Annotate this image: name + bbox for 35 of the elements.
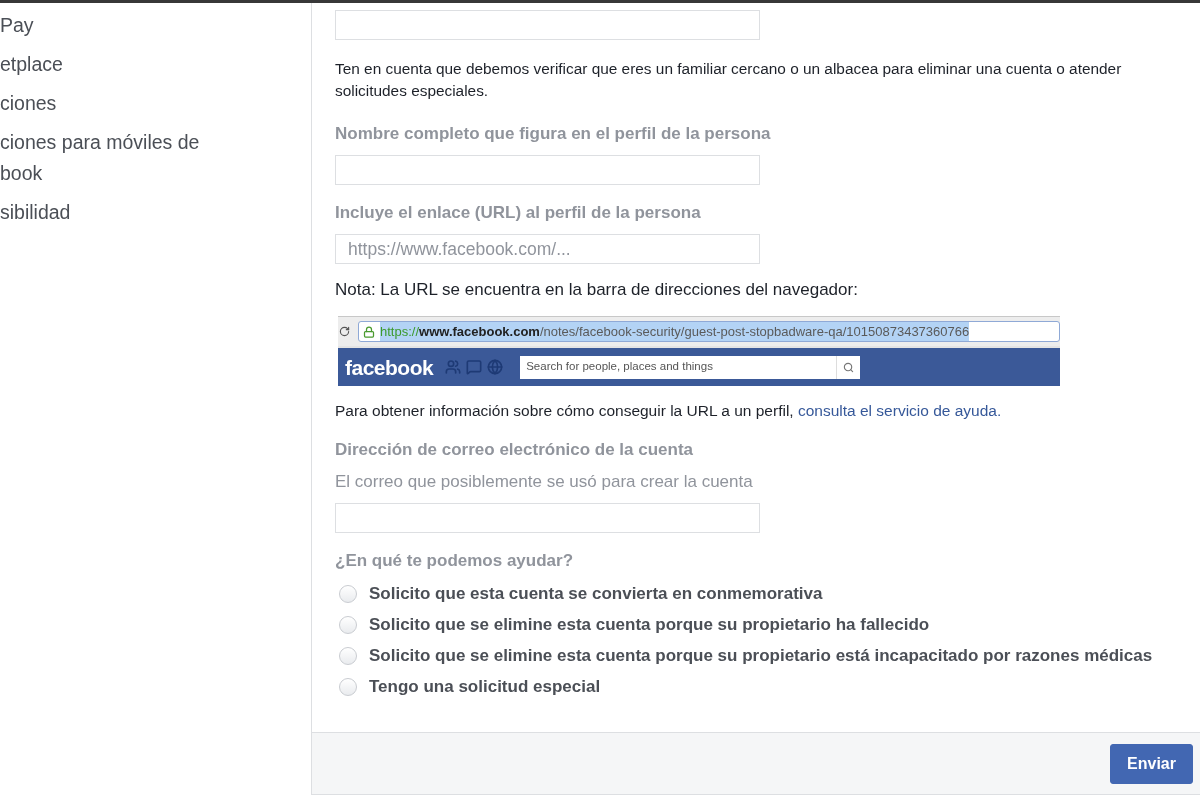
search-icon[interactable] xyxy=(843,361,855,373)
sidebar-item[interactable]: sibilidad xyxy=(0,197,230,228)
instruction-text: Nota: La URL se encuentra en la barra de direcciones del navegador: xyxy=(335,280,858,300)
hint-text: El correo que posiblemente se usó para crear la cuenta xyxy=(335,472,753,492)
globe-icon[interactable] xyxy=(487,359,504,375)
help-link[interactable]: consulta el servicio de ayuda. xyxy=(797,402,1002,419)
radio-button[interactable] xyxy=(339,616,357,634)
radio-label[interactable]: Tengo una solicitud especial xyxy=(369,674,601,700)
radio-label[interactable]: Solicito que se elimine esta cuenta porque su propietario ha fallecido xyxy=(369,612,930,638)
help-text: Para obtener información sobre cómo conseguir la URL a un perfil, consulta el servicio de ayuda. xyxy=(335,401,1002,421)
url-field[interactable]: https://www.facebook.com/notes/facebook-security/guest-post-stopbadware-qa/10150873437360766 xyxy=(358,321,1060,342)
input-field[interactable] xyxy=(335,155,760,185)
field-label: ¿En qué te podemos ayudar? xyxy=(335,551,574,571)
chat-icon[interactable] xyxy=(466,359,483,375)
logo-text: facebook xyxy=(345,356,434,378)
notice-text: Ten en cuenta que debemos verificar que eres un familiar cercano o un albacea para eliminar una cuenta o atender solicitudes especiales. xyxy=(335,59,1123,101)
radio-button[interactable] xyxy=(339,678,357,696)
sidebar-item[interactable]: ciones xyxy=(0,88,230,119)
sidebar-item[interactable]: etplace xyxy=(0,49,230,80)
field-label: Incluye el enlace (URL) al perfil de la persona xyxy=(335,203,701,223)
lock-icon xyxy=(363,325,375,338)
search-field[interactable]: Search for people, places and things xyxy=(520,355,861,379)
input-field[interactable] xyxy=(335,503,760,533)
radio-button[interactable] xyxy=(339,647,357,665)
radio-label[interactable]: Solicito que se elimine esta cuenta porque su propietario está incapacitado por razones médicas xyxy=(369,643,1153,669)
field-label: Dirección de correo electrónico de la cuenta xyxy=(335,440,694,460)
radio-button[interactable] xyxy=(339,585,357,603)
reload-icon[interactable] xyxy=(339,326,350,337)
people-icon[interactable] xyxy=(445,359,462,375)
sidebar-item[interactable]: Pay xyxy=(0,10,230,41)
sidebar-item[interactable]: ciones para móviles de book xyxy=(0,127,230,189)
radio-label[interactable]: Solicito que esta cuenta se convierta en conmemorativa xyxy=(369,581,823,607)
submit-button[interactable]: Enviar xyxy=(1110,743,1193,784)
input-field[interactable] xyxy=(335,10,760,40)
field-label: Nombre completo que figura en el perfil de la persona xyxy=(335,124,771,144)
